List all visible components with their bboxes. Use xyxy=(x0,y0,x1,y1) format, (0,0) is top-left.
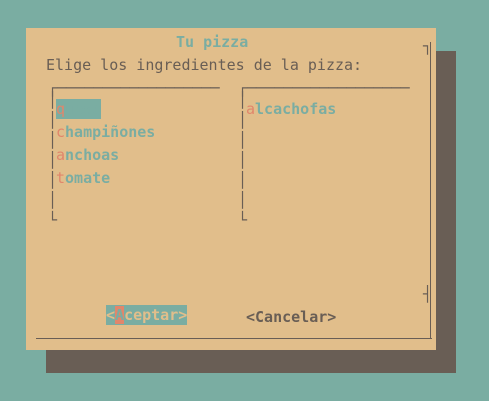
list-item-label: hampiñones xyxy=(65,123,156,141)
dialog-right-tick: ┤ xyxy=(423,285,433,303)
button-bracket-left: < xyxy=(106,306,116,324)
hotkey-letter: A xyxy=(115,306,125,324)
list-item-tomate[interactable]: tomate xyxy=(56,168,110,188)
hotkey-letter: t xyxy=(56,169,66,187)
cancel-button[interactable]: <Cancelar> xyxy=(246,307,336,327)
list-item-label: nchoas xyxy=(65,146,120,164)
list-item-queso[interactable]: queso xyxy=(56,99,102,119)
list-item-anchoas[interactable]: anchoas xyxy=(56,145,119,165)
hotkey-letter: q xyxy=(56,100,66,118)
accept-button[interactable]: <Aceptar> xyxy=(106,305,188,325)
dialog-top-right-corner: ┐ xyxy=(423,37,433,55)
list-item-label: lcachofas xyxy=(255,100,337,118)
list-item-label: omate xyxy=(65,169,111,187)
left-list-frame-top: ┌────────────────── xyxy=(48,79,220,97)
button-bracket-right: > xyxy=(178,306,188,324)
ingredients-dialog: ┐ ┤ Tu pizza Elige los ingredientes de l… xyxy=(26,28,436,350)
right-list-frame-top: ┌────────────────── xyxy=(238,79,410,97)
dialog-bottom-border xyxy=(36,338,432,339)
list-item-alcachofas[interactable]: alcachofas xyxy=(246,99,336,119)
button-label: ceptar xyxy=(124,306,179,324)
dialog-prompt: Elige los ingredientes de la pizza: xyxy=(46,56,363,74)
list-item-champinones[interactable]: champiñones xyxy=(56,122,155,142)
hotkey-letter: a xyxy=(56,146,66,164)
hotkey-letter: a xyxy=(246,100,256,118)
dialog-title: Tu pizza xyxy=(176,33,249,51)
list-item-label: ueso xyxy=(65,100,102,118)
hotkey-letter: c xyxy=(56,123,66,141)
